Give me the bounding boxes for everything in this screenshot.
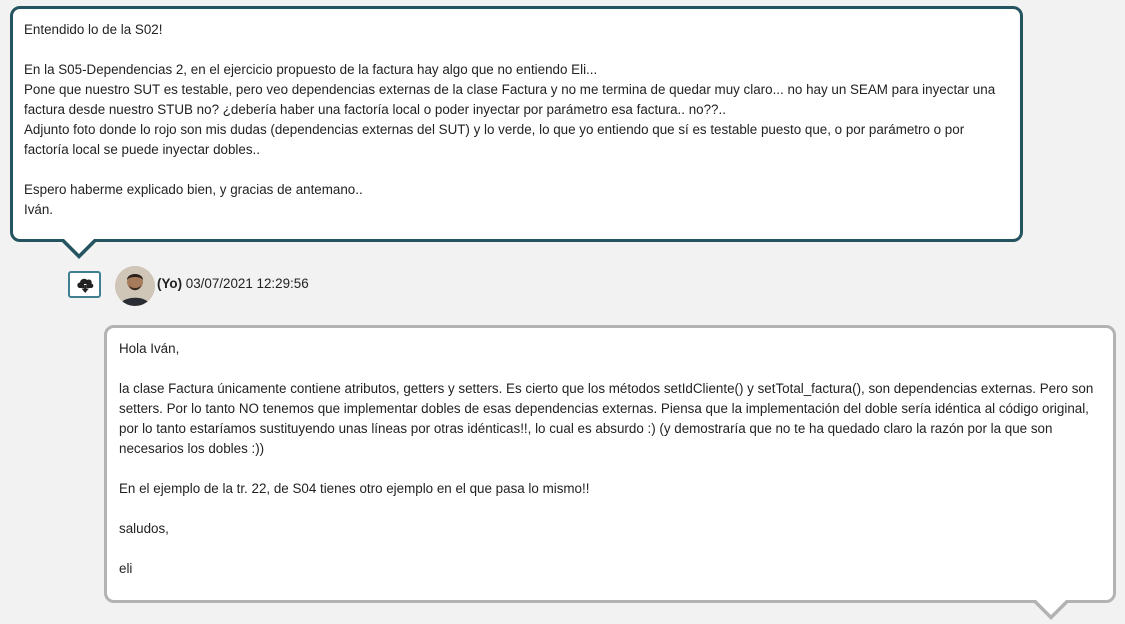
cloud-download-icon [76,278,93,293]
answer-bubble-tail-fill [1035,599,1067,615]
author-label: (Yo) [157,276,183,291]
message-line: Adjunto foto donde lo rojo son mis dudas… [24,122,965,137]
message-line: Pone que nuestro SUT es testable, pero v… [24,82,996,97]
message-timestamp: 03/07/2021 12:29:56 [185,276,309,291]
question-message-bubble: Entendido lo de la S02! En la S05-Depend… [10,6,1023,242]
avatar [115,266,155,306]
user-avatar-icon [115,266,155,306]
download-attachment-button[interactable] [68,271,101,298]
message-line: setters. Por lo tanto NO tenemos que imp… [119,401,1089,416]
message-line: por lo tanto estaríamos sustituyendo una… [119,421,1053,436]
message-line: Hola Iván, [119,341,180,356]
message-line: Espero haberme explicado bien, y gracias… [24,182,363,197]
message-line: En el ejemplo de la tr. 22, de S04 tiene… [119,481,590,496]
message-line: saludos, [119,521,169,536]
message-line: factura desde nuestro STUB no? ¿debería … [24,102,726,117]
message-line: Iván. [24,202,54,217]
message-line: En la S05-Dependencias 2, en el ejercici… [24,62,598,77]
forum-thread: Entendido lo de la S02! En la S05-Depend… [0,0,1125,624]
message-line: necesarios los dobles :)) [119,441,265,456]
message-meta-row: (Yo) 03/07/2021 12:29:56 [68,266,468,308]
message-line: factoría local se puede inyectar dobles.… [24,142,260,157]
message-meta: (Yo) 03/07/2021 12:29:56 [157,276,309,291]
answer-message-bubble: Hola Iván, la clase Factura únicamente c… [104,325,1116,603]
message-line: la clase Factura únicamente contiene atr… [119,381,1094,396]
question-bubble-tail-fill [63,238,95,254]
message-line: Entendido lo de la S02! [24,22,163,37]
message-line: eli [119,561,133,576]
